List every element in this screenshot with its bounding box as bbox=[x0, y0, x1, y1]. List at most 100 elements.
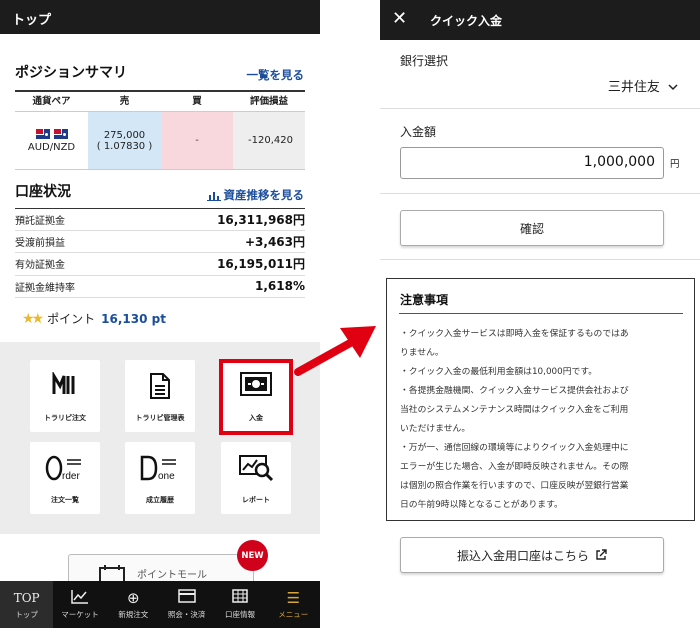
trarip-order-button[interactable]: トラリピ注文 bbox=[30, 360, 100, 432]
nav-label: トップ bbox=[15, 610, 38, 619]
plus-circle-icon: ⊕ bbox=[127, 589, 140, 607]
notice-title: 注意事項 bbox=[400, 293, 449, 307]
left-screen: トップ ポジションサマリ 一覧を見る 通貨ペア 売 買 評価損益 AUD/NZD… bbox=[0, 0, 320, 628]
new-zealand-flag-icon bbox=[53, 128, 68, 139]
new-badge: NEW bbox=[237, 540, 268, 571]
bottom-nav: TOP トップ マーケット ⊕ 新規注文 照会・決済 口座情報 ☰ メニュー bbox=[0, 581, 320, 628]
order-list-button[interactable]: rder 注文一覧 bbox=[30, 442, 100, 514]
nav-label: 口座情報 bbox=[224, 610, 255, 619]
svg-text:rder: rder bbox=[62, 471, 80, 482]
points: ★★ ポイント 16,130 pt bbox=[22, 310, 166, 327]
tile-label: トラリピ管理表 bbox=[135, 414, 185, 422]
nav-menu[interactable]: ☰ メニュー bbox=[267, 581, 320, 628]
account-label: 預託証拠金 bbox=[15, 215, 65, 227]
chart-icon bbox=[71, 589, 89, 607]
divider bbox=[380, 259, 700, 260]
menu-icon: ☰ bbox=[286, 589, 301, 607]
account-status-title: 口座状況 bbox=[15, 184, 71, 200]
nav-account-info[interactable]: 口座情報 bbox=[213, 581, 266, 628]
trarip-order-icon bbox=[52, 372, 75, 394]
stars-icon: ★★ bbox=[22, 310, 44, 327]
col-pair: 通貨ペア bbox=[32, 96, 71, 107]
notice-line: は個別の照合作業を行いますので、口座反映が翌銀行営業 bbox=[400, 481, 629, 491]
pair-cell: AUD/NZD bbox=[15, 112, 88, 169]
divider bbox=[380, 193, 700, 194]
deposit-highlight-box bbox=[219, 359, 293, 435]
account-label: 有効証拠金 bbox=[15, 260, 65, 272]
notice-line: ・各提携金融機関、クイック入金サービス提供会社および bbox=[400, 386, 629, 396]
account-value: 16,195,011円 bbox=[217, 257, 305, 272]
points-value: 16,130 pt bbox=[101, 311, 166, 326]
notice-line: エラーが生じた場合、入金が即時反映されません。その際 bbox=[400, 462, 629, 472]
close-icon[interactable]: ✕ bbox=[392, 8, 407, 29]
nav-top[interactable]: TOP トップ bbox=[0, 581, 54, 628]
bank-select-label: 銀行選択 bbox=[400, 54, 449, 68]
nav-label: 新規注文 bbox=[118, 610, 149, 619]
list-item: 証拠金維持率 1,618% bbox=[15, 276, 305, 298]
asset-history-link[interactable]: 資産推移を見る bbox=[206, 187, 305, 203]
account-label: 証拠金維持率 bbox=[15, 282, 75, 294]
done-history-button[interactable]: one 成立履歴 bbox=[125, 442, 195, 514]
table-icon bbox=[232, 589, 248, 607]
account-rows: 預託証拠金 16,311,968円 受渡前損益 +3,463円 有効証拠金 16… bbox=[15, 208, 305, 298]
notice-line: 日の午前9時以降となることがあります。 bbox=[400, 500, 563, 510]
card-icon bbox=[177, 589, 196, 607]
report-button[interactable]: レポート bbox=[221, 442, 291, 514]
amount-input[interactable]: 1,000,000 bbox=[400, 147, 664, 179]
svg-text:one: one bbox=[158, 471, 175, 482]
done-history-icon: one bbox=[140, 455, 176, 482]
nav-inquiry[interactable]: 照会・決済 bbox=[160, 581, 213, 628]
sell-amount: 275,000 bbox=[103, 129, 146, 141]
order-list-icon: rder bbox=[45, 455, 81, 482]
buy-cell: - bbox=[161, 112, 233, 169]
position-table: 通貨ペア 売 買 評価損益 AUD/NZD 275,000 ( 1.07830 … bbox=[15, 90, 305, 170]
col-pl: 評価損益 bbox=[249, 96, 288, 107]
page-title: トップ bbox=[0, 0, 320, 34]
modal-title: クイック入金 bbox=[430, 14, 503, 28]
view-all-link[interactable]: 一覧を見る bbox=[247, 67, 305, 83]
account-value: 1,618% bbox=[255, 279, 305, 294]
chevron-down-icon bbox=[668, 84, 678, 91]
notice-body: ・クイック入金サービスは即時入金を保証するものではあ りません。 ・クイック入金… bbox=[400, 325, 690, 515]
transfer-account-label: 振込入金用口座はこちら bbox=[456, 548, 589, 563]
col-sell: 売 bbox=[119, 96, 130, 107]
flags bbox=[35, 128, 68, 139]
notice-line: ・クイック入金サービスは即時入金を保証するものではあ bbox=[400, 329, 629, 339]
bar-chart-icon bbox=[206, 191, 221, 201]
notice-line: ・万が一、通信回線の環境等によりクイック入金処理中に bbox=[400, 443, 629, 453]
right-screen: ✕ クイック入金 銀行選択 三井住友 入金額 1,000,000 円 確認 注意… bbox=[380, 0, 700, 628]
nav-market[interactable]: マーケット bbox=[53, 581, 106, 628]
nav-label: 照会・決済 bbox=[167, 610, 206, 619]
notice-line: りません。 bbox=[400, 348, 444, 358]
table-row[interactable]: AUD/NZD 275,000 ( 1.07830 ) - -120,420 bbox=[15, 112, 305, 170]
notice-box: 注意事項 ・クイック入金サービスは即時入金を保証するものではあ りません。 ・ク… bbox=[386, 278, 695, 521]
external-link-icon bbox=[596, 549, 607, 560]
promo-text: ポイントモール bbox=[137, 570, 207, 581]
account-value: 16,311,968円 bbox=[217, 212, 305, 227]
bank-select[interactable]: 三井住友 bbox=[608, 76, 678, 95]
tile-label: 成立履歴 bbox=[146, 496, 174, 504]
nav-new-order[interactable]: ⊕ 新規注文 bbox=[107, 581, 160, 628]
bank-select-value: 三井住友 bbox=[607, 80, 660, 95]
shortcut-grid: トラリピ注文 トラリピ管理表 入金 rder 注文一覧 one 成立履歴 レポー… bbox=[0, 342, 320, 534]
nav-label: メニュー bbox=[278, 610, 309, 619]
transfer-account-button[interactable]: 振込入金用口座はこちら bbox=[400, 537, 664, 573]
nav-label: マーケット bbox=[61, 610, 99, 619]
pair-name: AUD/NZD bbox=[27, 141, 76, 153]
notice-line: ・クイック入金の最低利用金額は10,000円です。 bbox=[400, 367, 598, 377]
position-table-header: 通貨ペア 売 買 評価損益 bbox=[15, 92, 305, 112]
position-summary-title: ポジションサマリ bbox=[15, 65, 127, 81]
modal-header: ✕ クイック入金 bbox=[380, 0, 700, 40]
divider bbox=[380, 108, 700, 109]
trarip-table-button[interactable]: トラリピ管理表 bbox=[125, 360, 195, 432]
account-label: 受渡前損益 bbox=[15, 237, 65, 249]
tile-label: 注文一覧 bbox=[51, 496, 79, 504]
asset-history-label: 資産推移を見る bbox=[223, 188, 305, 202]
confirm-button[interactable]: 確認 bbox=[400, 210, 664, 246]
list-item: 受渡前損益 +3,463円 bbox=[15, 231, 305, 253]
document-icon bbox=[150, 373, 170, 399]
notice-line: いただけません。 bbox=[400, 424, 471, 434]
australia-flag-icon bbox=[35, 128, 50, 139]
pl-cell: -120,420 bbox=[233, 112, 305, 169]
notice-divider bbox=[399, 313, 683, 314]
